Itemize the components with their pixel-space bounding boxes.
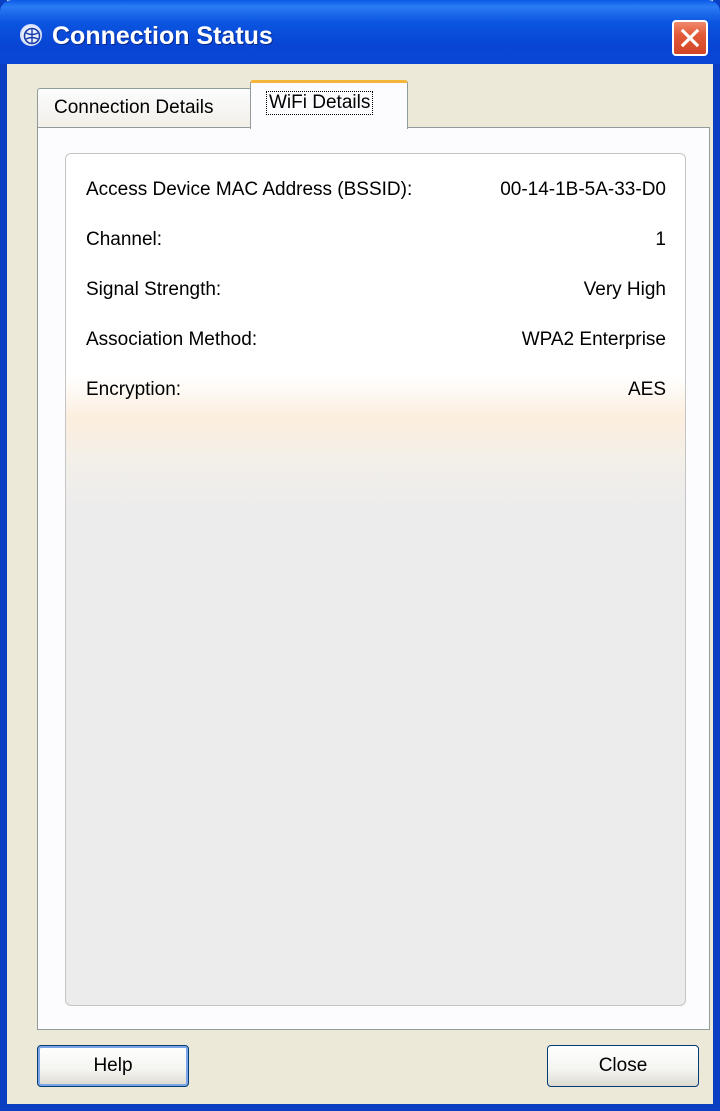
help-button-label: Help (93, 1055, 133, 1076)
detail-row-channel: Channel: 1 (86, 229, 666, 255)
connection-status-window: Connection Status Connection Details WiF… (0, 0, 720, 1111)
detail-label: Signal Strength: (86, 279, 222, 300)
title-bar[interactable]: Connection Status (0, 0, 720, 64)
detail-row-encryption: Encryption: AES (86, 379, 666, 405)
detail-row-association-method: Association Method: WPA2 Enterprise (86, 329, 666, 355)
window-title: Connection Status (52, 22, 273, 50)
detail-row-signal-strength: Signal Strength: Very High (86, 279, 666, 305)
tab-wifi-details-label: WiFi Details (265, 91, 374, 115)
network-globe-icon (20, 24, 42, 46)
detail-label: Channel: (86, 229, 163, 250)
detail-value: 1 (655, 229, 666, 250)
detail-label: Access Device MAC Address (BSSID): (86, 179, 413, 200)
detail-label: Encryption: (86, 379, 182, 400)
detail-value: WPA2 Enterprise (521, 329, 666, 350)
detail-value: 00-14-1B-5A-33-D0 (500, 179, 666, 200)
close-icon (680, 28, 700, 48)
help-button[interactable]: Help (37, 1045, 189, 1087)
tab-connection-details-label: Connection Details (54, 97, 214, 118)
close-button-label: Close (598, 1055, 648, 1076)
window-close-button[interactable] (672, 20, 708, 56)
tab-connection-details[interactable]: Connection Details (37, 88, 252, 128)
close-button[interactable]: Close (547, 1045, 699, 1087)
tab-wifi-details[interactable]: WiFi Details (250, 80, 408, 129)
wifi-details-group: Access Device MAC Address (BSSID): 00-14… (65, 153, 686, 1006)
tab-panel: Access Device MAC Address (BSSID): 00-14… (37, 127, 710, 1030)
detail-label: Association Method: (86, 329, 258, 350)
detail-value: AES (627, 379, 666, 400)
detail-row-bssid: Access Device MAC Address (BSSID): 00-14… (86, 179, 666, 205)
detail-value: Very High (583, 279, 666, 300)
